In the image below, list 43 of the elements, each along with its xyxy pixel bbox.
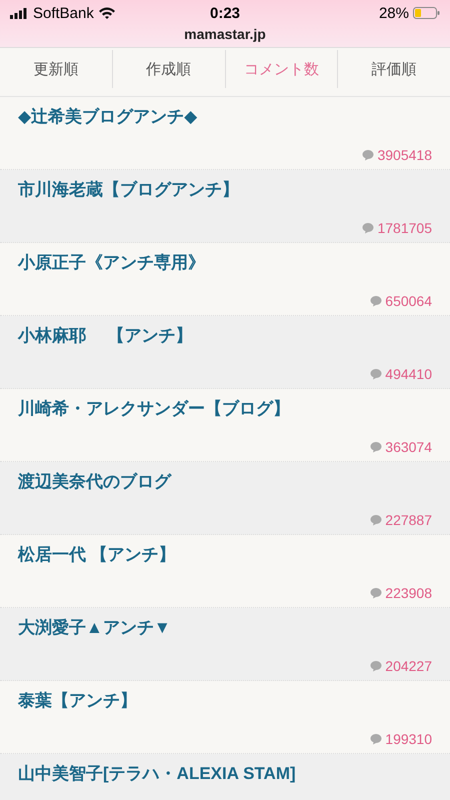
comment-count: 650064 <box>385 293 432 309</box>
url-text: mamastar.jp <box>184 26 266 42</box>
comment-icon <box>370 295 382 307</box>
comment-count: 494410 <box>385 366 432 382</box>
comment-icon <box>370 660 382 672</box>
battery-percent: 28% <box>378 4 409 22</box>
clock-time: 0:23 <box>210 4 240 22</box>
comment-icon <box>362 222 374 234</box>
comment-icon <box>370 441 382 453</box>
carrier-name: SoftBank <box>33 4 94 22</box>
thread-title: 大渕愛子▲アンチ▼ <box>18 617 171 639</box>
wifi-icon <box>98 7 115 19</box>
sort-tab[interactable]: 作成順 <box>112 50 224 88</box>
comment-count: 363074 <box>385 439 432 455</box>
comment-icon <box>370 514 382 526</box>
comment-count: 223908 <box>385 585 432 601</box>
thread-title: 小林麻耶 【アンチ】 <box>18 325 193 347</box>
comment-icon <box>362 149 374 161</box>
signal-icon <box>10 8 28 18</box>
comment-count: 227887 <box>385 512 432 528</box>
thread-row[interactable]: 渡辺美奈代のブログ 227887 <box>0 462 450 535</box>
comment-icon <box>370 368 382 380</box>
thread-title: 山中美智子[テラハ・ALEXIA STAM] <box>18 763 296 785</box>
thread-title: 市川海老蔵【ブログアンチ】 <box>18 179 239 201</box>
comment-count: 1781705 <box>377 220 432 236</box>
sort-tab[interactable]: 評価順 <box>337 50 450 88</box>
thread-title: 川崎希・アレクサンダー【ブログ】 <box>18 398 290 420</box>
thread-row[interactable]: 山中美智子[テラハ・ALEXIA STAM] <box>0 754 450 800</box>
thread-title: 小原正子《アンチ専用》 <box>18 252 205 274</box>
thread-title: 泰葉【アンチ】 <box>18 690 137 712</box>
thread-row[interactable]: 大渕愛子▲アンチ▼ 204227 <box>0 608 450 681</box>
sort-tab[interactable]: 更新順 <box>0 50 112 88</box>
comment-icon <box>370 587 382 599</box>
thread-title: ◆辻希美ブログアンチ◆ <box>18 106 198 128</box>
comment-count: 3905418 <box>377 147 432 163</box>
comment-count: 199310 <box>385 731 432 747</box>
comment-icon <box>370 733 382 745</box>
thread-row[interactable]: 市川海老蔵【ブログアンチ】 1781705 <box>0 170 450 243</box>
comment-count: 204227 <box>385 658 432 674</box>
battery-icon <box>413 7 440 19</box>
thread-title: 松居一代 【アンチ】 <box>18 544 176 566</box>
thread-row[interactable]: 小林麻耶 【アンチ】 494410 <box>0 316 450 389</box>
thread-title: 渡辺美奈代のブログ <box>18 471 171 493</box>
